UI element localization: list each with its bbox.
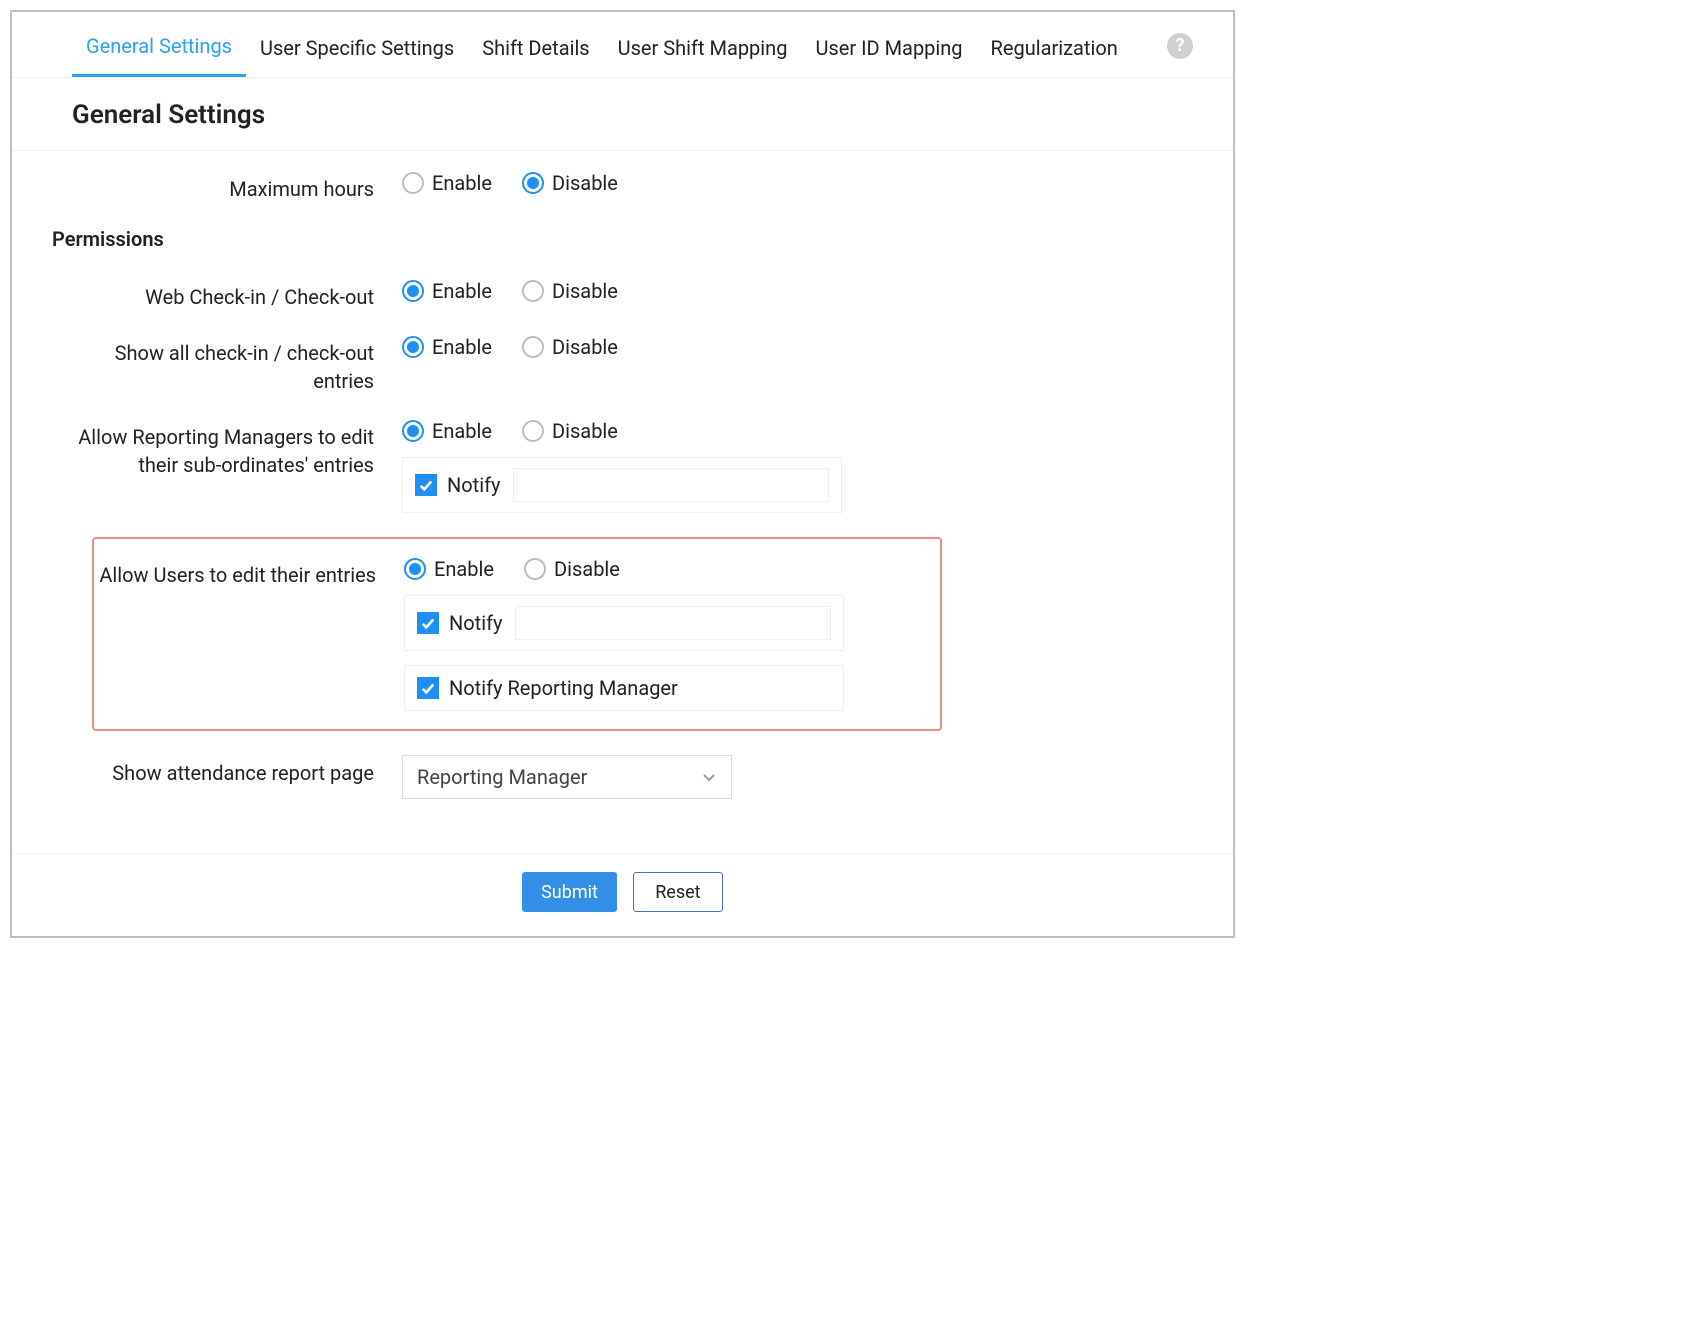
notify-label: Notify: [447, 473, 501, 497]
label-show-all-entries: Show all check-in / check-out entries: [52, 335, 402, 395]
radio-allow-rm-disable[interactable]: Disable: [522, 419, 618, 443]
label-maximum-hours: Maximum hours: [52, 171, 402, 203]
check-icon: [421, 681, 435, 695]
radio-label: Enable: [432, 279, 492, 303]
help-icon[interactable]: ?: [1167, 33, 1193, 59]
settings-frame: General Settings User Specific Settings …: [10, 10, 1235, 938]
radio-label: Disable: [552, 279, 618, 303]
notify-box-users: Notify: [404, 595, 844, 651]
row-maximum-hours: Maximum hours Enable Disable: [52, 171, 1193, 203]
radio-label: Disable: [552, 335, 618, 359]
radio-icon: [402, 172, 424, 194]
radio-allow-users-enable[interactable]: Enable: [404, 557, 494, 581]
radio-group-web-checkin: Enable Disable: [402, 279, 1193, 303]
row-allow-users-edit: Allow Users to edit their entries Enable…: [94, 557, 922, 711]
notify-input-users[interactable]: [515, 606, 832, 640]
notify-rm-label: Notify Reporting Manager: [449, 676, 678, 700]
radio-label: Disable: [552, 171, 618, 195]
tab-user-specific-settings[interactable]: User Specific Settings: [246, 26, 468, 76]
row-show-all-entries: Show all check-in / check-out entries En…: [52, 335, 1193, 395]
radio-group-allow-users-edit: Enable Disable: [404, 557, 922, 581]
radio-icon: [522, 280, 544, 302]
radio-icon: [524, 558, 546, 580]
highlight-allow-users-edit: Allow Users to edit their entries Enable…: [92, 537, 942, 731]
row-allow-rm-edit: Allow Reporting Managers to edit their s…: [52, 419, 1193, 513]
radio-show-all-disable[interactable]: Disable: [522, 335, 618, 359]
row-web-checkin: Web Check-in / Check-out Enable Disable: [52, 279, 1193, 311]
radio-allow-users-disable[interactable]: Disable: [524, 557, 620, 581]
notify-label: Notify: [449, 611, 503, 635]
radio-icon: [402, 420, 424, 442]
radio-icon: [522, 420, 544, 442]
notify-input-rm[interactable]: [513, 468, 830, 502]
radio-label: Enable: [432, 171, 492, 195]
page-title: General Settings: [12, 78, 1233, 150]
checkbox-notify-users[interactable]: [417, 612, 439, 634]
radio-group-show-all-entries: Enable Disable: [402, 335, 1193, 359]
radio-icon: [522, 172, 544, 194]
radio-web-checkin-disable[interactable]: Disable: [522, 279, 618, 303]
row-show-report-page: Show attendance report page Reporting Ma…: [52, 755, 1193, 799]
chevron-down-icon: [701, 769, 717, 785]
radio-label: Disable: [552, 419, 618, 443]
radio-max-hours-enable[interactable]: Enable: [402, 171, 492, 195]
radio-icon: [402, 336, 424, 358]
label-web-checkin: Web Check-in / Check-out: [52, 279, 402, 311]
tabs-bar: General Settings User Specific Settings …: [12, 12, 1233, 78]
footer-actions: Submit Reset: [12, 853, 1233, 936]
tab-user-shift-mapping[interactable]: User Shift Mapping: [604, 26, 802, 76]
label-show-report-page: Show attendance report page: [52, 755, 402, 787]
radio-icon: [404, 558, 426, 580]
tab-shift-details[interactable]: Shift Details: [468, 26, 603, 76]
checkbox-notify-rm[interactable]: [415, 474, 437, 496]
tab-regularization[interactable]: Regularization: [977, 26, 1132, 76]
notify-box-rm: Notify: [402, 457, 842, 513]
label-allow-users-edit: Allow Users to edit their entries: [94, 557, 404, 589]
radio-icon: [402, 280, 424, 302]
check-icon: [421, 616, 435, 630]
section-heading-permissions: Permissions: [52, 227, 1193, 251]
radio-label: Disable: [554, 557, 620, 581]
radio-max-hours-disable[interactable]: Disable: [522, 171, 618, 195]
tab-user-id-mapping[interactable]: User ID Mapping: [801, 26, 976, 76]
radio-group-allow-rm-edit: Enable Disable: [402, 419, 1193, 443]
radio-web-checkin-enable[interactable]: Enable: [402, 279, 492, 303]
radio-group-max-hours: Enable Disable: [402, 171, 1193, 195]
select-report-page[interactable]: Reporting Manager: [402, 755, 732, 799]
submit-button[interactable]: Submit: [522, 872, 617, 912]
radio-icon: [522, 336, 544, 358]
tab-general-settings[interactable]: General Settings: [72, 24, 246, 77]
label-allow-rm-edit: Allow Reporting Managers to edit their s…: [52, 419, 402, 479]
reset-button[interactable]: Reset: [633, 872, 723, 912]
radio-label: Enable: [432, 419, 492, 443]
check-icon: [419, 478, 433, 492]
content-area: Maximum hours Enable Disable Permissions…: [12, 151, 1233, 853]
radio-label: Enable: [434, 557, 494, 581]
radio-label: Enable: [432, 335, 492, 359]
select-value: Reporting Manager: [417, 765, 587, 789]
radio-allow-rm-enable[interactable]: Enable: [402, 419, 492, 443]
radio-show-all-enable[interactable]: Enable: [402, 335, 492, 359]
notify-box-users-rm: Notify Reporting Manager: [404, 665, 844, 711]
checkbox-notify-users-rm[interactable]: [417, 677, 439, 699]
